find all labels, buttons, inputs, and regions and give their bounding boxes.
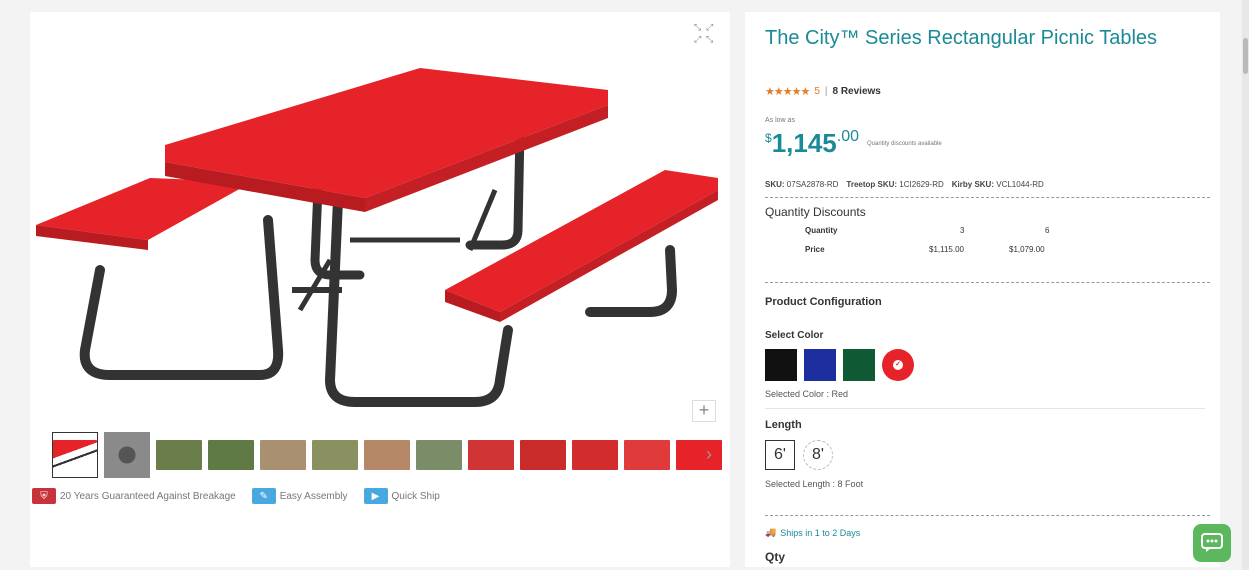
star-rating-icon: ★★★★★: [765, 86, 810, 98]
thumbnail-strip: [52, 432, 722, 480]
gallery-thumbnail[interactable]: [416, 432, 462, 478]
product-price: $ 1,145 .00 Quantity discounts available: [765, 128, 942, 159]
thumbnail-image: [53, 440, 97, 470]
feature-badge-label: Easy Assembly: [279, 490, 348, 502]
length-label: Length: [765, 419, 802, 431]
scrollbar[interactable]: [1242, 0, 1249, 570]
thumbnail-image: [260, 440, 306, 470]
rating-value: 5: [814, 86, 820, 97]
reviews-link[interactable]: 8 Reviews: [832, 86, 880, 97]
as-low-as-label: As low as: [765, 117, 795, 124]
gallery-thumbnail[interactable]: [572, 432, 618, 478]
feature-badge: ⛨ 20 Years Guaranteed Against Breakage: [32, 488, 236, 504]
thumbnail-image: [624, 440, 670, 470]
color-swatch-green[interactable]: [843, 349, 875, 381]
quantity-discounts-title: Quantity Discounts: [765, 205, 866, 219]
feature-badge: ✎ Easy Assembly: [251, 488, 348, 504]
gallery-thumbnail[interactable]: [312, 432, 358, 478]
product-rating: ★★★★★ 5 | 8 Reviews: [765, 85, 881, 98]
gallery-thumbnail[interactable]: [520, 432, 566, 478]
qd-quantity-value: 6: [1045, 226, 1050, 235]
color-swatch-black[interactable]: [765, 349, 797, 381]
gallery-thumbnail[interactable]: [468, 432, 514, 478]
qd-quantity-value: 3: [960, 226, 965, 235]
price-currency: $: [765, 131, 772, 145]
length-option-8ft[interactable]: 8': [803, 440, 833, 470]
scrollbar-thumb[interactable]: [1243, 38, 1248, 74]
qd-price-label: Price: [805, 245, 825, 254]
product-page: ⤡ ⤢ ⤢ ⤡ + › ⛨ 20 Years Guaranteed Agains…: [0, 0, 1249, 570]
select-color-label: Select Color: [765, 330, 824, 341]
divider: [765, 282, 1210, 283]
product-title: The City™ Series Rectangular Picnic Tabl…: [765, 27, 1158, 49]
thumbnail-image: [572, 440, 618, 470]
qd-price-value: $1,079.00: [1009, 245, 1045, 254]
chat-icon: [1201, 533, 1223, 552]
product-info: The City™ Series Rectangular Picnic Tabl…: [745, 12, 1220, 567]
thumbnail-image: [676, 440, 722, 470]
truck-icon: ▶: [363, 488, 388, 504]
length-option-6ft[interactable]: 6': [765, 440, 795, 470]
gallery-thumbnail[interactable]: [364, 432, 410, 478]
rating-separator: |: [824, 86, 828, 97]
product-gallery: ⤡ ⤢ ⤢ ⤡ + › ⛨ 20 Years Guaranteed Agains…: [30, 12, 730, 567]
gallery-thumbnail[interactable]: [676, 432, 722, 478]
thumbnail-image: [312, 440, 358, 470]
sku-item: Kirby SKU: VCL1044-RD: [951, 180, 1044, 189]
thumbnail-image: [156, 440, 202, 470]
selected-color-text: Selected Color : Red: [765, 389, 849, 399]
sku-list: SKU: 07SA2878-RD Treetop SKU: 1CI2629-RD…: [765, 180, 1044, 189]
thumbnail-image: [416, 440, 462, 470]
selected-length-text: Selected Length : 8 Foot: [765, 479, 864, 489]
selected-check-icon: ✓: [893, 360, 903, 370]
thumbnail-image: [364, 440, 410, 470]
divider: [765, 515, 1210, 516]
shipping-text: Ships in 1 to 2 Days: [780, 527, 861, 538]
zoom-button[interactable]: +: [692, 400, 716, 422]
color-swatch-blue[interactable]: [804, 349, 836, 381]
gallery-thumbnail[interactable]: [156, 432, 202, 478]
thumbnail-image: [104, 440, 150, 470]
color-swatch-red[interactable]: ✓: [882, 349, 914, 381]
feature-badges: ⛨ 20 Years Guaranteed Against Breakage ✎ Ea…: [32, 488, 440, 504]
thumbnail-image: [468, 440, 514, 470]
chat-button[interactable]: [1193, 524, 1231, 562]
gallery-thumbnail[interactable]: [52, 432, 98, 478]
shield-icon: ⛨: [32, 488, 56, 504]
gallery-thumbnail[interactable]: [208, 432, 254, 478]
feature-badge-label: 20 Years Guaranteed Against Breakage: [60, 490, 236, 502]
divider: [765, 408, 1205, 409]
qd-price-value: $1,115.00: [929, 245, 964, 254]
qd-quantity-label: Quantity: [805, 226, 838, 235]
sku-item: Treetop SKU: 1CI2629-RD: [846, 180, 944, 189]
product-configuration-title: Product Configuration: [765, 296, 882, 308]
truck-icon: 🚚: [765, 527, 777, 537]
main-product-image: [36, 68, 718, 407]
feature-badge: ▶ Quick Ship: [363, 488, 440, 504]
sku-item: SKU: 07SA2878-RD: [765, 180, 839, 189]
quantity-discounts-note: Quantity discounts available: [867, 140, 942, 147]
price-cents: .00: [836, 128, 860, 145]
gallery-thumbnail[interactable]: [260, 432, 306, 478]
shipping-info: 🚚 Ships in 1 to 2 Days: [765, 527, 860, 538]
gallery-thumbnail[interactable]: [104, 432, 150, 478]
gallery-thumbnail[interactable]: [624, 432, 670, 478]
thumbnail-next-icon[interactable]: ›: [706, 444, 712, 465]
wrench-icon: ✎: [251, 488, 276, 504]
qty-label: Qty: [765, 550, 786, 564]
thumbnail-image: [208, 440, 254, 470]
divider: [765, 197, 1210, 198]
feature-badge-label: Quick Ship: [391, 490, 440, 502]
price-dollars: 1,145: [771, 128, 837, 158]
fullscreen-icon[interactable]: ⤡ ⤢ ⤢ ⤡: [692, 22, 716, 46]
thumbnail-image: [520, 440, 566, 470]
